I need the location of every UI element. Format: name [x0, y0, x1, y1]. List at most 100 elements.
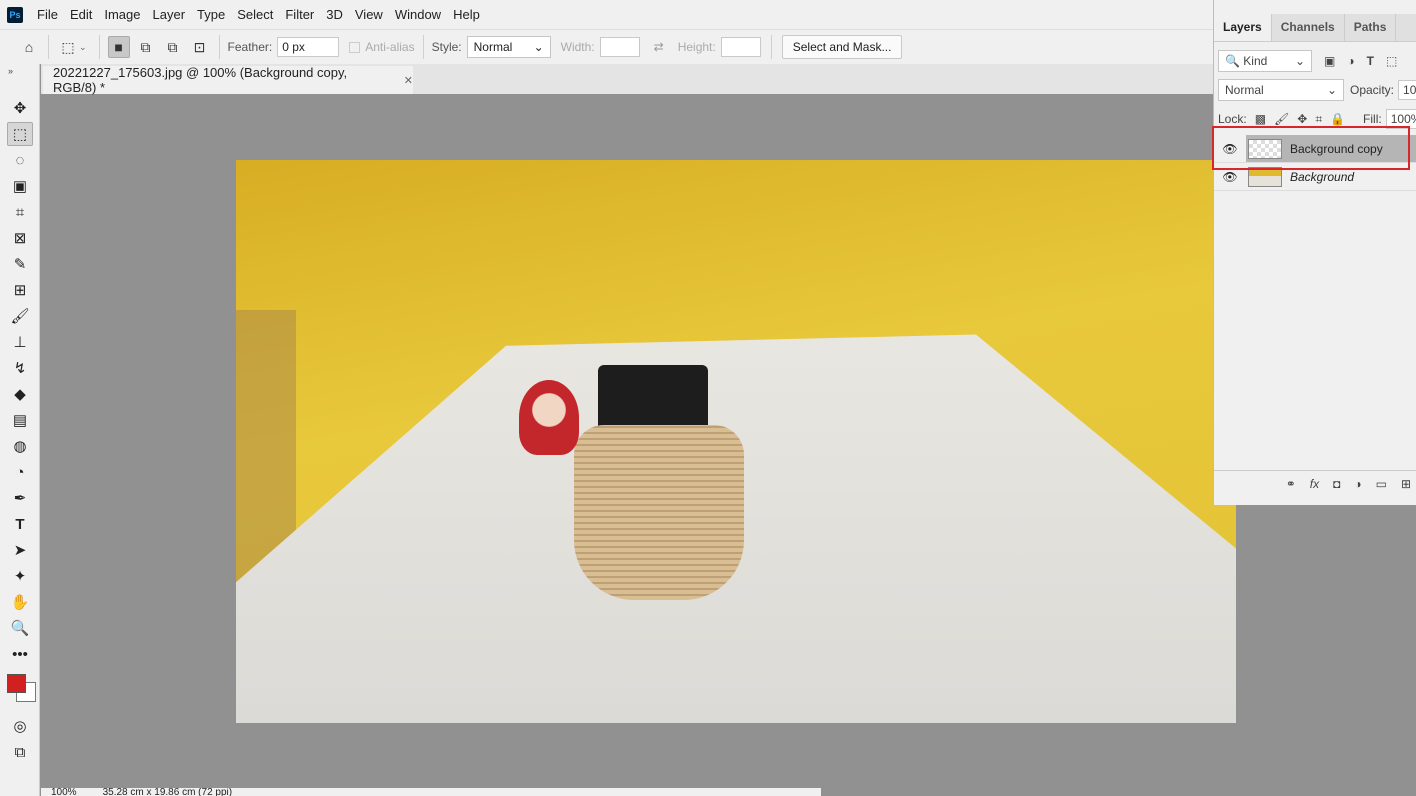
document-size: 35.28 cm x 19.86 cm (72 ppi) [102, 788, 233, 796]
photoshop-logo: Ps [7, 6, 23, 23]
marquee-preset-icon[interactable]: ⬚ [57, 36, 79, 58]
lock-transparent-icon[interactable]: ▩ [1255, 112, 1266, 126]
crop-tool-icon[interactable]: ⌗ [7, 200, 33, 224]
move-tool-icon[interactable]: ✥ [7, 96, 33, 120]
eyedropper-tool-icon[interactable]: ✎ [7, 252, 33, 276]
highlight-box [1212, 126, 1410, 170]
filter-type-icon[interactable]: T [1367, 54, 1374, 68]
style-select[interactable]: Normal ⌄ [466, 36, 551, 58]
menu-view[interactable]: View [355, 7, 383, 22]
dodge-tool-icon[interactable]: ◔ [7, 460, 33, 484]
select-and-mask-button[interactable]: Select and Mask... [781, 35, 903, 59]
tools-panel: » ✥ ⬚ ◌ ▣ ⌗ ⊠ ✎ ⊞ 🖌 ⊥ ↯ ◆ ▤ ◍ ◔ ✒ T ➤ ✦ … [0, 64, 40, 796]
zoom-tool-icon[interactable]: 🔍 [7, 616, 33, 640]
layers-panel: Layers Channels Paths 🔍 Kind ⌄ ▣ ◑ T ⬚ No… [1213, 0, 1416, 505]
menu-image[interactable]: Image [104, 7, 140, 22]
fill-label: Fill: [1363, 112, 1382, 126]
blend-mode-select[interactable]: Normal ⌄ [1218, 79, 1344, 101]
menu-file[interactable]: File [37, 7, 58, 22]
tab-channels[interactable]: Channels [1272, 14, 1345, 41]
photo-basket [574, 425, 744, 600]
link-layers-icon[interactable]: ⚭ [1286, 477, 1296, 491]
hand-tool-icon[interactable]: ✋ [7, 590, 33, 614]
antialias-label: Anti-alias [365, 40, 415, 54]
new-group-icon[interactable]: ▭ [1376, 477, 1387, 491]
search-icon: 🔍 [1225, 54, 1240, 68]
filter-kind-value: Kind [1243, 54, 1268, 68]
menu-filter[interactable]: Filter [285, 7, 314, 22]
feather-input[interactable]: 0 px [277, 37, 340, 57]
filter-kind-select[interactable]: 🔍 Kind ⌄ [1218, 50, 1312, 72]
add-selection-icon[interactable]: ⧉ [135, 36, 157, 58]
filter-adjustment-icon[interactable]: ◑ [1347, 54, 1354, 68]
more-tools-icon[interactable]: ••• [7, 642, 33, 666]
width-input[interactable] [599, 37, 640, 57]
chevron-down-icon[interactable]: ⌄ [79, 42, 87, 53]
menu-select[interactable]: Select [237, 7, 273, 22]
close-icon[interactable]: ✕ [404, 74, 413, 87]
menu-help[interactable]: Help [453, 7, 480, 22]
eraser-tool-icon[interactable]: ◆ [7, 382, 33, 406]
history-brush-icon[interactable]: ↯ [7, 356, 33, 380]
foreground-color-swatch[interactable] [7, 674, 26, 693]
menu-edit[interactable]: Edit [70, 7, 92, 22]
blur-tool-icon[interactable]: ◍ [7, 434, 33, 458]
new-layer-icon[interactable]: ⊞ [1401, 477, 1411, 491]
expand-icon[interactable]: » [0, 64, 39, 78]
menu-type[interactable]: Type [197, 7, 225, 22]
lasso-tool-icon[interactable]: ◌ [7, 148, 33, 172]
lock-pixels-icon[interactable]: 🖌 [1274, 112, 1289, 126]
stamp-tool-icon[interactable]: ⊥ [7, 330, 33, 354]
object-selection-tool-icon[interactable]: ▣ [7, 174, 33, 198]
style-label: Style: [431, 40, 462, 54]
add-mask-icon[interactable]: ◘ [1333, 477, 1340, 491]
height-input[interactable] [720, 37, 761, 57]
frame-tool-icon[interactable]: ⊠ [7, 226, 33, 250]
home-icon[interactable]: ⌂ [18, 36, 40, 58]
marquee-tool-icon[interactable]: ⬚ [7, 122, 33, 146]
gradient-tool-icon[interactable]: ▤ [7, 408, 33, 432]
menu-3d[interactable]: 3D [326, 7, 343, 22]
path-selection-icon[interactable]: ➤ [7, 538, 33, 562]
feather-label: Feather: [227, 40, 273, 54]
layer-name[interactable]: Background [1290, 170, 1354, 184]
brush-tool-icon[interactable]: 🖌 [7, 304, 33, 328]
pen-tool-icon[interactable]: ✒ [7, 486, 33, 510]
menu-layer[interactable]: Layer [153, 7, 186, 22]
healing-tool-icon[interactable]: ⊞ [7, 278, 33, 302]
blend-mode-value: Normal [1225, 83, 1264, 97]
adjustment-layer-icon[interactable]: ◑ [1354, 477, 1361, 491]
menu-window[interactable]: Window [395, 7, 441, 22]
filter-shape-icon[interactable]: ⬚ [1386, 54, 1397, 68]
shape-tool-icon[interactable]: ✦ [7, 564, 33, 588]
intersect-selection-icon[interactable]: ⊡ [189, 36, 211, 58]
new-selection-icon[interactable]: ■ [107, 36, 130, 58]
swap-icon[interactable]: ⇄ [654, 40, 664, 54]
subtract-selection-icon[interactable]: ⧉ [162, 36, 184, 58]
antialias-checkbox[interactable] [349, 41, 361, 53]
image-canvas[interactable] [236, 160, 1236, 723]
document-tab[interactable]: 20221227_175603.jpg @ 100% (Background c… [43, 65, 413, 95]
lock-artboard-icon[interactable]: ⌗ [1315, 112, 1322, 127]
opacity-input[interactable]: 100% [1398, 80, 1416, 100]
style-value: Normal [473, 40, 513, 54]
screen-mode-icon[interactable]: ⧉ [7, 740, 33, 764]
height-label: Height: [677, 40, 716, 54]
lock-label: Lock: [1218, 112, 1247, 126]
filter-pixel-icon[interactable]: ▣ [1324, 54, 1335, 68]
opacity-label: Opacity: [1350, 83, 1395, 97]
quick-mask-icon[interactable]: ◎ [7, 714, 33, 738]
fx-icon[interactable]: fx [1310, 477, 1319, 491]
zoom-level[interactable]: 100% [51, 788, 77, 796]
document-title: 20221227_175603.jpg @ 100% (Background c… [53, 65, 348, 95]
width-label: Width: [560, 40, 595, 54]
type-tool-icon[interactable]: T [7, 512, 33, 536]
lock-position-icon[interactable]: ✥ [1297, 112, 1307, 126]
status-bar: 100% 35.28 cm x 19.86 cm (72 ppi) [41, 788, 821, 796]
tab-layers[interactable]: Layers [1214, 14, 1272, 41]
menu-bar: Ps File Edit Image Layer Type Select Fil… [0, 0, 1416, 29]
tab-paths[interactable]: Paths [1345, 14, 1397, 41]
visibility-eye-icon[interactable]: 👁 [1214, 170, 1246, 184]
document-tabs: 20221227_175603.jpg @ 100% (Background c… [41, 64, 1216, 95]
lock-all-icon[interactable]: 🔒 [1330, 112, 1345, 126]
